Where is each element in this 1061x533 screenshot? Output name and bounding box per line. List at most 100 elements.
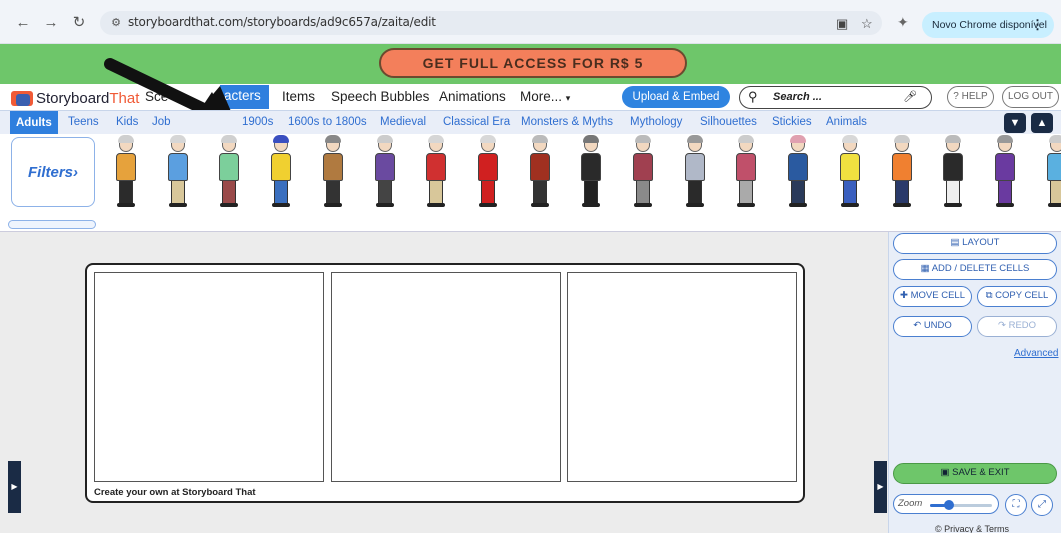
- right-panel-toggle-icon[interactable]: ▶: [874, 461, 887, 513]
- character-figure[interactable]: [112, 135, 140, 208]
- search-field[interactable]: ⚲ Search ... 🎤︎: [739, 86, 932, 109]
- save-exit-button[interactable]: ▣ SAVE & EXIT: [893, 463, 1057, 484]
- character-torso: [271, 153, 292, 181]
- tab-stickies[interactable]: Stickies: [772, 116, 812, 128]
- reload-icon[interactable]: ↻: [70, 14, 88, 32]
- storyboard-canvas: Create your own at Storyboard That: [85, 263, 805, 503]
- microphone-icon[interactable]: 🎤︎: [903, 90, 917, 103]
- tab-classical-era[interactable]: Classical Era: [443, 116, 510, 128]
- character-figure[interactable]: [991, 135, 1019, 208]
- scroll-up-arrow-icon[interactable]: ▲: [1031, 113, 1053, 133]
- tab-1900s[interactable]: 1900s: [242, 116, 273, 128]
- advanced-link[interactable]: Advanced: [1014, 348, 1058, 359]
- nav-speech-bubbles[interactable]: Speech Bubbles: [331, 89, 429, 104]
- bookmark-star-icon[interactable]: ☆: [861, 16, 873, 32]
- tab-jobs[interactable]: Job: [152, 116, 171, 128]
- character-hair: [893, 135, 910, 143]
- character-torso: [581, 153, 602, 181]
- character-hair: [273, 135, 290, 143]
- character-torso: [736, 153, 757, 181]
- character-hair: [790, 135, 807, 143]
- browser-toolbar: ← → ↻ ⚙ storyboardthat.com/storyboards/a…: [0, 0, 1061, 44]
- chrome-update-button[interactable]: Novo Chrome disponível ⋮: [922, 12, 1054, 38]
- storyboard-cell-1[interactable]: [94, 272, 324, 482]
- left-panel-toggle-icon[interactable]: ▶: [8, 461, 21, 513]
- character-figure[interactable]: [1043, 135, 1061, 208]
- translate-icon[interactable]: ▣: [836, 16, 848, 32]
- character-shoes: [995, 203, 1014, 207]
- redo-icon: ↷: [997, 320, 1006, 331]
- tab-mythology[interactable]: Mythology: [630, 116, 682, 128]
- zoom-slider-track[interactable]: [930, 500, 992, 510]
- tab-monsters-myths[interactable]: Monsters & Myths: [521, 116, 613, 128]
- undo-button[interactable]: ↶ UNDO: [893, 316, 972, 337]
- character-figure[interactable]: [732, 135, 760, 208]
- character-figure[interactable]: [939, 135, 967, 208]
- character-figure[interactable]: [267, 135, 295, 208]
- menu-kebab-icon: ⋮: [1031, 17, 1044, 32]
- upload-embed-button[interactable]: Upload & Embed: [622, 86, 730, 108]
- tab-1600s-to-1800s[interactable]: 1600s to 1800s: [288, 116, 367, 128]
- tab-kids[interactable]: Kids: [116, 116, 138, 128]
- fullscreen-icon[interactable]: ⤢: [1031, 494, 1053, 516]
- character-torso: [322, 153, 343, 181]
- character-figure[interactable]: [474, 135, 502, 208]
- storyboard-cell-3[interactable]: [567, 272, 797, 482]
- tab-medieval[interactable]: Medieval: [380, 116, 426, 128]
- nav-items[interactable]: Items: [282, 89, 315, 104]
- character-figure[interactable]: [629, 135, 657, 208]
- zoom-control[interactable]: Zoom: [893, 494, 999, 514]
- editor-side-panel: ▤ LAYOUT ▦ ADD / DELETE CELLS ✚ MOVE CEL…: [888, 232, 1061, 533]
- character-shoes: [117, 203, 135, 207]
- redo-button[interactable]: ↷ REDO: [977, 316, 1057, 337]
- character-figure[interactable]: [422, 135, 450, 208]
- nav-more[interactable]: More... ▾: [520, 89, 570, 104]
- character-figure[interactable]: [784, 135, 812, 208]
- character-legs: [119, 180, 133, 204]
- character-hair: [376, 135, 393, 143]
- logout-button[interactable]: LOG OUT: [1002, 86, 1059, 108]
- character-torso: [167, 153, 188, 181]
- character-figure[interactable]: [577, 135, 605, 208]
- get-full-access-button[interactable]: GET FULL ACCESS FOR R$ 5: [379, 48, 687, 78]
- zoom-slider-knob[interactable]: [943, 500, 954, 510]
- site-info-icon[interactable]: ⚙: [108, 15, 124, 31]
- category-tabs: Adults Teens Kids Job 1900s 1600s to 180…: [0, 110, 1061, 135]
- tab-adults[interactable]: Adults: [10, 111, 58, 135]
- character-figure[interactable]: [319, 135, 347, 208]
- copy-cell-button[interactable]: ⧉ COPY CELL: [977, 286, 1057, 307]
- storyboard-cell-2[interactable]: [331, 272, 561, 482]
- layout-button[interactable]: ▤ LAYOUT: [893, 233, 1057, 254]
- library-scrollbar[interactable]: [8, 220, 96, 229]
- character-legs: [842, 180, 857, 204]
- character-figure[interactable]: [164, 135, 192, 208]
- add-delete-cells-button[interactable]: ▦ ADD / DELETE CELLS: [893, 259, 1057, 280]
- character-figure[interactable]: [371, 135, 399, 208]
- privacy-terms-link[interactable]: © Privacy & Terms: [935, 524, 1009, 533]
- help-button[interactable]: ? HELP: [947, 86, 994, 108]
- back-arrow-icon[interactable]: ←: [14, 14, 32, 32]
- extensions-icon[interactable]: ✦: [897, 14, 909, 31]
- character-figure[interactable]: [681, 135, 709, 208]
- forward-arrow-icon[interactable]: →: [42, 14, 60, 32]
- character-legs: [480, 180, 495, 204]
- character-figure[interactable]: [836, 135, 864, 208]
- scroll-down-arrow-icon[interactable]: ▼: [1004, 113, 1026, 133]
- character-hair: [945, 135, 962, 143]
- character-shoes: [892, 203, 911, 207]
- tab-silhouettes[interactable]: Silhouettes: [700, 116, 757, 128]
- tab-teens[interactable]: Teens: [68, 116, 99, 128]
- character-torso: [219, 153, 240, 181]
- address-bar[interactable]: ⚙ storyboardthat.com/storyboards/ad9c657…: [100, 11, 882, 35]
- character-figure[interactable]: [526, 135, 554, 208]
- character-hair: [635, 135, 651, 143]
- nav-animations[interactable]: Animations: [439, 89, 506, 104]
- character-figure[interactable]: [215, 135, 243, 208]
- fit-screen-icon[interactable]: ⛶: [1005, 494, 1027, 516]
- filters-button[interactable]: Filters›: [11, 137, 95, 207]
- character-figure[interactable]: [888, 135, 916, 208]
- tab-animals[interactable]: Animals: [826, 116, 867, 128]
- character-legs: [894, 180, 909, 204]
- url-text: storyboardthat.com/storyboards/ad9c657a/…: [128, 15, 436, 29]
- move-cell-button[interactable]: ✚ MOVE CELL: [893, 286, 972, 307]
